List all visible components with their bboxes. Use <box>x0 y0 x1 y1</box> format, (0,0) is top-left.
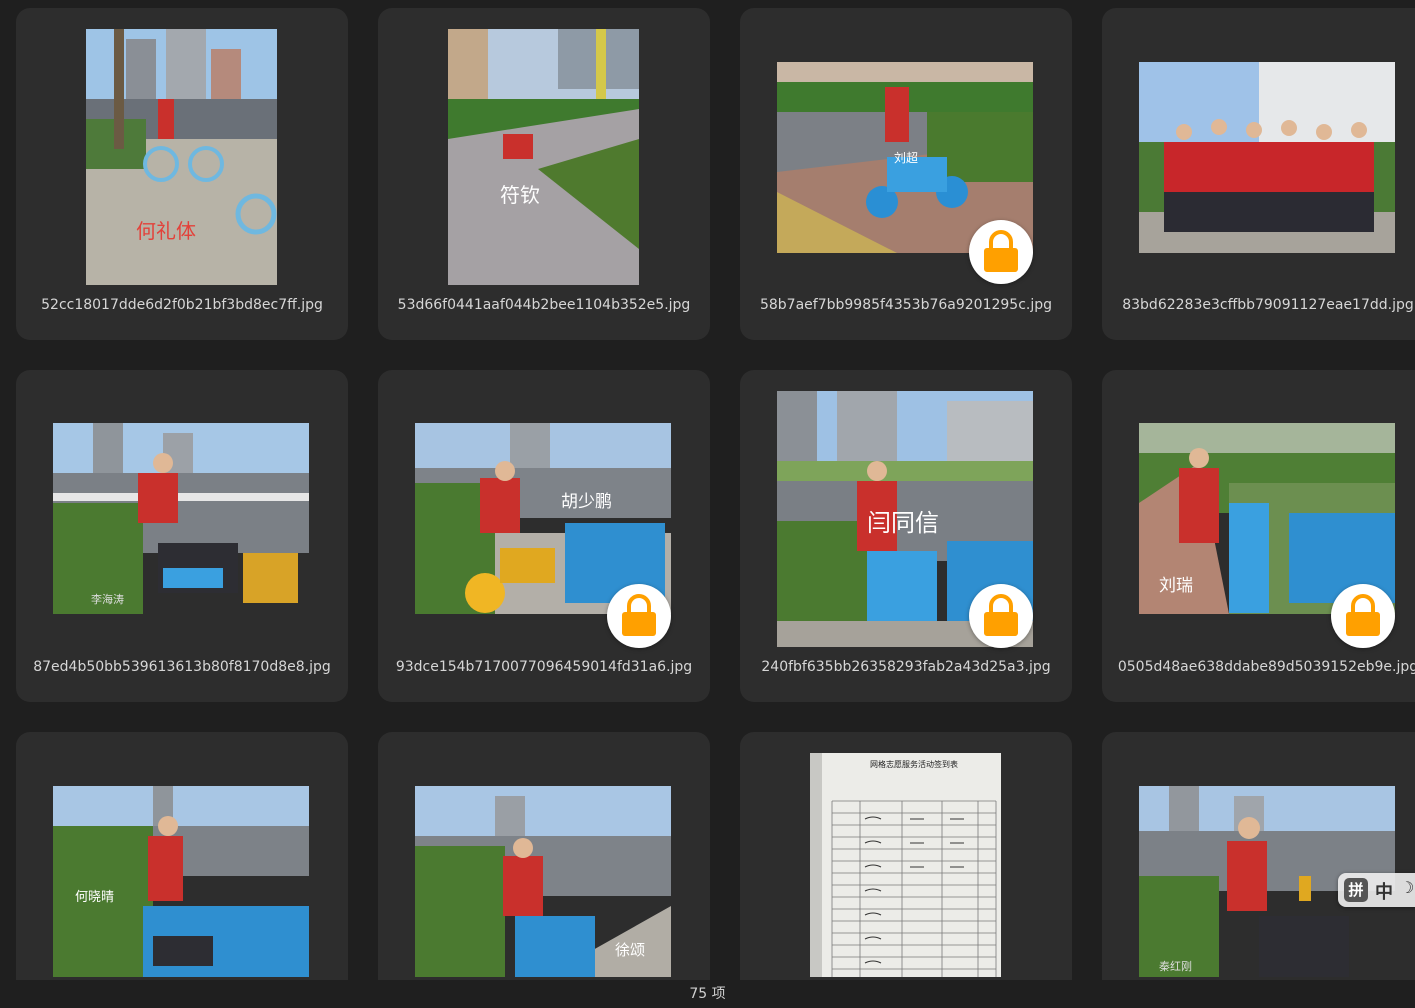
thumbnail-card[interactable]: 网格志愿服务活动签到表 <box>740 732 1072 980</box>
lock-icon <box>622 594 656 636</box>
photo-caption: 刘瑞 <box>1159 576 1193 596</box>
file-name: 0505d48ae638ddabe89d5039152eb9e.jpg <box>1117 659 1415 675</box>
thumbnail-card[interactable]: 刘超 58b7aef7bb9985f4353b76a9201295c.jpg <box>740 8 1072 340</box>
item-count: 75 项 <box>689 986 726 1002</box>
thumbnail-image: 何礼体 <box>86 29 277 285</box>
photo-caption: 刘超 <box>894 151 919 165</box>
file-name: 83bd62283e3cffbb79091127eae17dd.jpg <box>1122 297 1414 313</box>
thumbnail-card[interactable]: 符钦 53d66f0441aaf044b2bee1104b352e5.jpg <box>378 8 710 340</box>
moon-icon[interactable]: ☽ <box>1400 878 1414 897</box>
file-name: 240fbf635bb26358293fab2a43d25a3.jpg <box>761 659 1051 675</box>
status-bar: 75 项 <box>0 980 1415 1006</box>
photo-caption: 闫同信 <box>867 509 939 537</box>
photo-caption: 徐颂 <box>615 941 646 959</box>
thumbnail-card[interactable]: 83bd62283e3cffbb79091127eae17dd.jpg <box>1102 8 1415 340</box>
thumbnail-card[interactable]: 徐颂 <box>378 732 710 980</box>
thumbnail-card[interactable]: 何晓晴 <box>16 732 348 980</box>
file-name: 53d66f0441aaf044b2bee1104b352e5.jpg <box>397 297 691 313</box>
photo-caption: 秦红刚 <box>1159 960 1192 973</box>
thumbnail-grid: 何礼体 52cc18017dde6d2f0b21bf3bd8ec7ff.jpg … <box>0 0 1415 980</box>
thumbnail-image <box>1139 62 1395 253</box>
thumbnail-image: 李海涛 <box>53 423 309 614</box>
lock-badge <box>969 220 1033 284</box>
photo-caption: 李海涛 <box>91 593 124 606</box>
file-name: 93dce154b7170077096459014fd31a6.jpg <box>395 659 693 675</box>
photo-caption: 何晓晴 <box>75 890 115 905</box>
thumbnail-card[interactable]: 闫同信 240fbf635bb26358293fab2a43d25a3.jpg <box>740 370 1072 702</box>
thumbnail-card[interactable]: 秦红刚 <box>1102 732 1415 980</box>
thumbnail-card[interactable]: 胡少鹏 93dce154b7170077096459014fd31a6.jpg <box>378 370 710 702</box>
file-name: 52cc18017dde6d2f0b21bf3bd8ec7ff.jpg <box>41 297 323 313</box>
file-name: 58b7aef7bb9985f4353b76a9201295c.jpg <box>759 297 1053 313</box>
photo-caption: 何礼体 <box>136 219 196 243</box>
thumbnail-image: 网格志愿服务活动签到表 <box>810 753 1001 977</box>
lock-icon <box>984 230 1018 272</box>
lock-badge <box>1331 584 1395 648</box>
lock-badge <box>607 584 671 648</box>
ime-mode-icon[interactable]: 拼 <box>1344 878 1368 902</box>
lock-badge <box>969 584 1033 648</box>
thumbnail-image: 符钦 <box>448 29 639 285</box>
photo-caption: 网格志愿服务活动签到表 <box>870 760 958 769</box>
file-name: 87ed4b50bb539613613b80f8170d8e8.jpg <box>33 659 331 675</box>
lock-icon <box>984 594 1018 636</box>
thumbnail-image: 徐颂 <box>415 786 671 977</box>
thumbnail-card[interactable]: 刘瑞 0505d48ae638ddabe89d5039152eb9e.jpg <box>1102 370 1415 702</box>
thumbnail-card[interactable]: 李海涛 87ed4b50bb539613613b80f8170d8e8.jpg <box>16 370 348 702</box>
ime-toolbar[interactable]: 拼 中 ☽ <box>1338 873 1415 907</box>
lock-icon <box>1346 594 1380 636</box>
photo-caption: 胡少鹏 <box>561 492 612 512</box>
thumbnail-card[interactable]: 何礼体 52cc18017dde6d2f0b21bf3bd8ec7ff.jpg <box>16 8 348 340</box>
photo-caption: 符钦 <box>500 183 540 207</box>
thumbnail-image: 何晓晴 <box>53 786 309 977</box>
ime-language-toggle[interactable]: 中 <box>1375 878 1393 904</box>
